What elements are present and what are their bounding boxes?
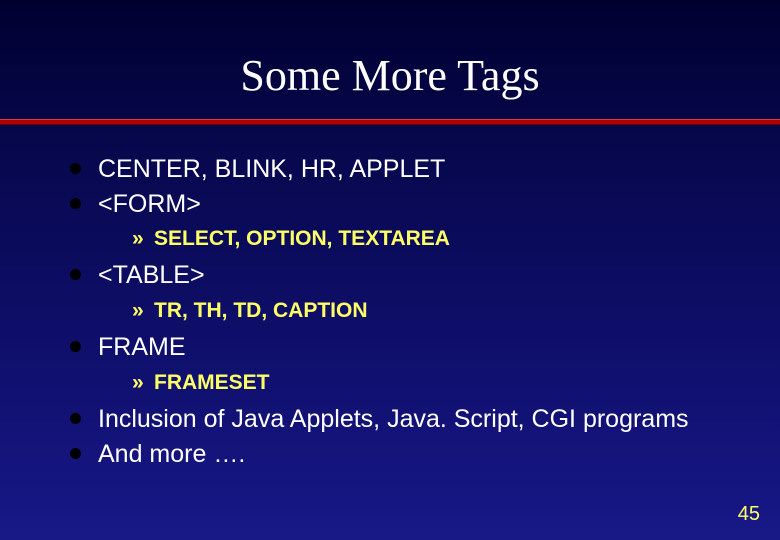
bullet-item: Inclusion of Java Applets, Java. Script,… <box>70 403 740 436</box>
sub-bullet-item: TR, TH, TD, CAPTION <box>132 296 740 325</box>
sub-bullet-item: SELECT, OPTION, TEXTAREA <box>132 224 740 253</box>
bullet-list: CENTER, BLINK, HR, APPLET <FORM> SELECT,… <box>70 153 740 470</box>
bullet-item: <FORM> SELECT, OPTION, TEXTAREA <box>70 188 740 258</box>
bullet-text: Inclusion of Java Applets, Java. Script,… <box>98 405 689 433</box>
sub-bullet-list: TR, TH, TD, CAPTION <box>98 292 740 329</box>
bullet-item: FRAME FRAMESET <box>70 331 740 401</box>
sub-bullet-list: FRAMESET <box>98 364 740 401</box>
sub-bullet-item: FRAMESET <box>132 368 740 397</box>
sub-bullet-list: SELECT, OPTION, TEXTAREA <box>98 220 740 257</box>
bullet-text: <TABLE> <box>98 261 205 289</box>
bullet-text: CENTER, BLINK, HR, APPLET <box>98 155 445 183</box>
sub-bullet-text: SELECT, OPTION, TEXTAREA <box>154 227 450 250</box>
bullet-item: <TABLE> TR, TH, TD, CAPTION <box>70 259 740 329</box>
bullet-text: <FORM> <box>98 190 201 218</box>
bullet-item: CENTER, BLINK, HR, APPLET <box>70 153 740 186</box>
page-number: 45 <box>738 503 760 526</box>
bullet-text: FRAME <box>98 333 186 361</box>
bullet-item: And more …. <box>70 438 740 471</box>
sub-bullet-text: TR, TH, TD, CAPTION <box>154 299 368 322</box>
sub-bullet-text: FRAMESET <box>154 371 270 394</box>
slide-body: CENTER, BLINK, HR, APPLET <FORM> SELECT,… <box>0 125 780 470</box>
slide-title: Some More Tags <box>0 0 780 119</box>
bullet-text: And more …. <box>98 440 245 468</box>
